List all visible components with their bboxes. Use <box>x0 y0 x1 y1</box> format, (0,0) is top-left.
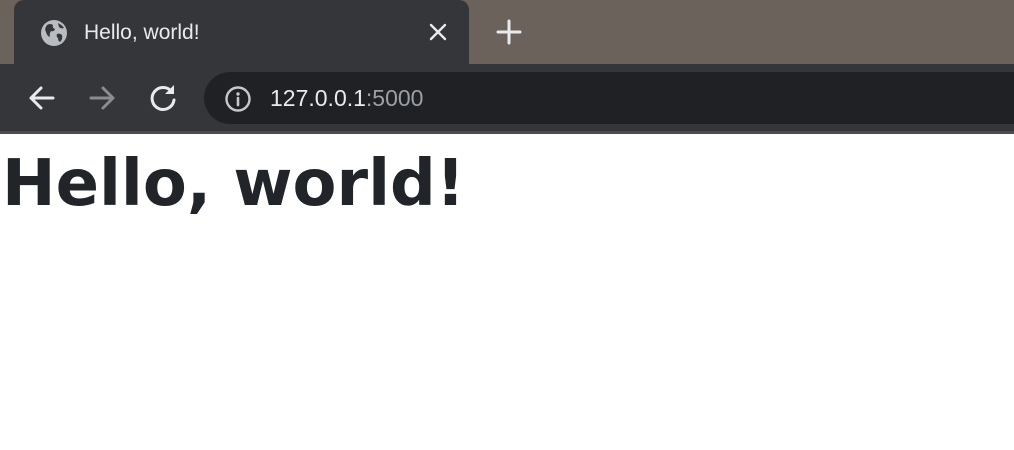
tab-active[interactable]: Hello, world! <box>14 0 469 64</box>
url-host: 127.0.0.1 <box>270 85 366 111</box>
arrow-left-icon[interactable] <box>26 82 58 114</box>
url-port: :5000 <box>365 85 424 111</box>
tab-title: Hello, world! <box>84 21 200 44</box>
browser-toolbar: 127.0.0.1:5000 <box>0 64 1014 134</box>
reload-icon[interactable] <box>147 82 179 114</box>
address-bar[interactable]: 127.0.0.1:5000 <box>204 72 1014 124</box>
page-title: Hello, world! <box>2 147 465 221</box>
globe-icon <box>40 19 68 47</box>
plus-icon[interactable] <box>494 17 524 47</box>
page-content: Hello, world! <box>0 134 1014 450</box>
tab-strip: Hello, world! <box>0 0 1014 64</box>
close-icon[interactable] <box>424 18 452 46</box>
url-text[interactable]: 127.0.0.1:5000 <box>270 84 423 112</box>
info-icon[interactable] <box>224 85 252 113</box>
arrow-right-icon[interactable] <box>86 82 118 114</box>
